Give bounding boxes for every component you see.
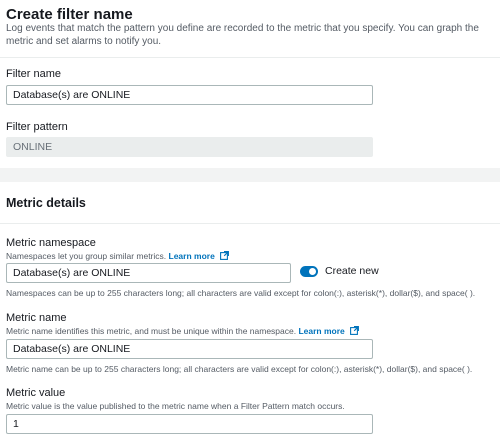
metric-namespace-help-text: Namespaces let you group similar metrics… (6, 251, 167, 261)
metric-namespace-help: Namespaces let you group similar metrics… (6, 251, 230, 262)
metric-details-panel: Metric details Metric namespace Namespac… (0, 182, 500, 439)
metric-value-help: Metric value is the value published to t… (6, 401, 345, 411)
metric-namespace-constraint: Namespaces can be up to 255 characters l… (6, 288, 476, 298)
create-filter-title: Create filter name (6, 6, 133, 23)
metric-name-help: Metric name identifies this metric, and … (6, 326, 360, 337)
metric-name-input[interactable] (6, 339, 373, 359)
metric-name-constraint: Metric name can be up to 255 characters … (6, 364, 473, 374)
metric-details-title: Metric details (6, 196, 86, 210)
metric-name-help-text: Metric name identifies this metric, and … (6, 326, 297, 336)
metric-namespace-label: Metric namespace (6, 237, 96, 249)
metric-name-label: Metric name (6, 312, 67, 324)
metric-value-label: Metric value (6, 387, 66, 399)
namespace-learn-more-link[interactable]: Learn more (169, 251, 215, 261)
create-filter-panel: Create filter name Log events that match… (0, 0, 500, 168)
metric-name-learn-more-link[interactable]: Learn more (298, 326, 344, 336)
filter-pattern-input (6, 137, 373, 157)
metric-details-divider (0, 223, 500, 224)
metric-value-input[interactable] (6, 414, 373, 434)
filter-name-input[interactable] (6, 85, 373, 105)
external-link-icon[interactable] (220, 251, 230, 262)
filter-name-label: Filter name (6, 68, 62, 80)
external-link-icon[interactable] (350, 326, 360, 337)
toggle-knob (309, 268, 316, 275)
filter-pattern-label: Filter pattern (6, 121, 68, 133)
create-new-toggle[interactable] (300, 266, 318, 277)
create-filter-description: Log events that match the pattern you de… (6, 23, 479, 47)
metric-namespace-input[interactable] (6, 263, 291, 283)
create-new-label[interactable]: Create new (325, 265, 379, 277)
